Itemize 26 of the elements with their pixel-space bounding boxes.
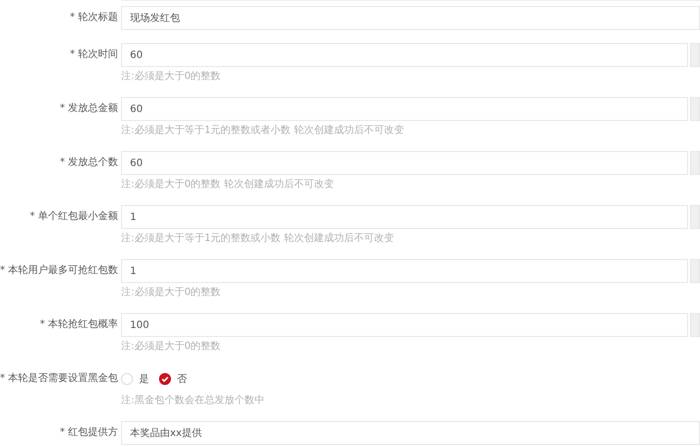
input-field[interactable]: 60 <box>121 151 688 175</box>
field-label: * 轮次标题 <box>68 10 118 25</box>
field-label: * 红包提供方 <box>58 426 118 440</box>
field-label: * 本轮抢红包概率 <box>38 318 118 332</box>
field-label: * 本轮是否需要设置黑金包 <box>0 372 118 386</box>
input-field[interactable]: 现场发红包 <box>121 6 700 30</box>
field-label: * 发放总个数 <box>58 156 118 170</box>
input-field[interactable]: 60 <box>121 43 688 67</box>
field-label: * 发放总金额 <box>58 102 118 116</box>
hint-text: 注:必须是大于0的整数 轮次创建成功后不可改变 <box>121 178 335 192</box>
radio-option[interactable]: 否 <box>159 372 187 386</box>
field-label: * 轮次时间 <box>68 48 118 62</box>
hint-text: 注:必须是大于等于1元的整数或小数 轮次创建成功后不可改变 <box>121 232 395 246</box>
hint-text: 注:必须是大于0的整数 <box>121 340 222 354</box>
hint-text: 注:必须是大于0的整数 <box>121 286 222 300</box>
input-field[interactable]: 1 <box>121 259 688 283</box>
field-label: * 单个红包最小金额 <box>28 210 118 224</box>
input-field[interactable]: 100 <box>121 313 688 337</box>
hint-text: 注:黑金包个数会在总发放个数中 <box>121 394 266 408</box>
input-field[interactable]: 60 <box>121 97 688 121</box>
input-field[interactable]: 本奖品由xx提供 <box>121 421 700 445</box>
hint-text: 注:必须是大于等于1元的整数或者小数 轮次创建成功后不可改变 <box>121 124 405 138</box>
hint-text: 注:必须是大于0的整数 <box>121 70 222 84</box>
radio-option[interactable]: 是 <box>121 372 149 386</box>
input-field[interactable]: 1 <box>121 205 688 229</box>
field-label: * 本轮用户最多可抢红包数 <box>0 264 118 278</box>
